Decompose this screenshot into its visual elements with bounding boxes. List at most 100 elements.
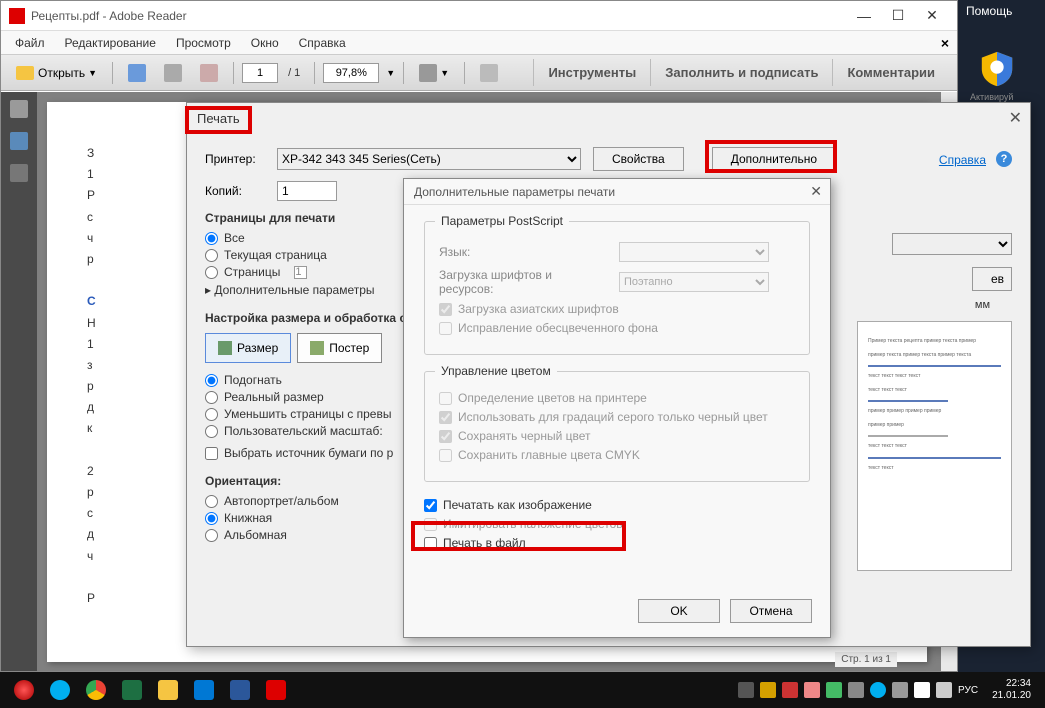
tray-skype-icon[interactable] (870, 682, 886, 698)
check-print-to-file[interactable]: Печать в файл (424, 536, 810, 550)
ps-legend: Параметры PostScript (435, 214, 569, 228)
page-range-input[interactable] (294, 266, 307, 279)
maximize-button[interactable]: ☐ (881, 4, 915, 28)
taskbar: РУС 22:34 21.01.20 (0, 672, 1045, 708)
attachments-icon[interactable] (10, 164, 28, 182)
toolbar-right: Инструменты Заполнить и подписать Коммен… (533, 59, 949, 86)
separator (233, 62, 234, 84)
titlebar: Рецепты.pdf - Adobe Reader — ☐ ✕ (1, 1, 957, 31)
fit-icon (419, 64, 437, 82)
check-bleached-bg: Исправление обесцвеченного фона (439, 321, 795, 335)
check-gray-black: Использовать для градаций серого только … (439, 410, 795, 424)
separator (112, 62, 113, 84)
size-icon (218, 341, 232, 355)
copies-label: Копий: (205, 184, 265, 198)
menu-file[interactable]: Файл (5, 34, 55, 52)
window-title: Рецепты.pdf - Adobe Reader (31, 9, 847, 23)
instruments-button[interactable]: Инструменты (533, 59, 650, 86)
zoom-input[interactable] (323, 63, 379, 83)
printer-icon (164, 64, 182, 82)
create-pdf-button[interactable] (121, 60, 153, 86)
color-fieldset: Управление цветом Определение цветов на … (424, 371, 810, 482)
toolbar: Открыть ▼ / 1 ▼ ▼ Инструменты Заполнить … (1, 55, 957, 91)
adobe-reader-icon[interactable] (261, 676, 291, 704)
separator (314, 62, 315, 84)
tray-icon[interactable] (782, 682, 798, 698)
skype-icon[interactable] (45, 676, 75, 704)
tray-icon[interactable] (804, 682, 820, 698)
fill-sign-button[interactable]: Заполнить и подписать (650, 59, 832, 86)
open-button[interactable]: Открыть ▼ (9, 62, 104, 84)
check-print-as-image[interactable]: Печатать как изображение (424, 498, 810, 512)
tray-icon[interactable] (760, 682, 776, 698)
preview-line (868, 400, 948, 402)
opera-icon[interactable] (9, 676, 39, 704)
language-indicator[interactable]: РУС (958, 685, 978, 696)
system-tray: РУС 22:34 21.01.20 (738, 678, 1039, 702)
close-icon[interactable]: ✕ (810, 183, 822, 200)
chevron-down-icon: ▼ (85, 68, 97, 78)
check-preserve-black: Сохранять черный цвет (439, 429, 795, 443)
check-printer-color: Определение цветов на принтере (439, 391, 795, 405)
sidebar (1, 92, 37, 671)
close-button[interactable]: ✕ (915, 4, 949, 28)
email-icon (200, 64, 218, 82)
tools-button[interactable] (473, 60, 505, 86)
bookmark-icon[interactable] (10, 132, 28, 150)
chevron-down-icon: ▼ (437, 68, 449, 78)
copies-input[interactable] (277, 181, 337, 201)
fontload-label: Загрузка шрифтов и ресурсов: (439, 268, 609, 296)
ok-button[interactable]: OK (638, 599, 720, 623)
tray-volume-icon[interactable] (914, 682, 930, 698)
createpdf-icon (128, 64, 146, 82)
os-panel: Помощь Активируй (958, 0, 1045, 672)
separator (403, 62, 404, 84)
properties-button[interactable]: Свойства (593, 147, 684, 171)
excel-icon[interactable] (117, 676, 147, 704)
tray-icon[interactable] (892, 682, 908, 698)
cancel-button[interactable]: Отмена (730, 599, 812, 623)
chrome-icon[interactable] (81, 676, 111, 704)
tray-icon[interactable] (826, 682, 842, 698)
poster-icon (310, 341, 324, 355)
comments-button[interactable]: Комментарии (832, 59, 949, 86)
lang-select (619, 242, 769, 262)
check-preserve-cmyk: Сохранить главные цвета CMYK (439, 448, 795, 462)
size-button[interactable]: Размер (205, 333, 291, 363)
fit-page-button[interactable]: ▼ (412, 60, 456, 86)
word-icon[interactable] (225, 676, 255, 704)
fontload-select: Поэтапно (619, 272, 769, 292)
check-simulate-overprint: Имитировать наложение цветов (424, 517, 810, 531)
email-button[interactable] (193, 60, 225, 86)
thumbnails-icon[interactable] (10, 100, 28, 118)
explorer-icon[interactable] (153, 676, 183, 704)
page-number-input[interactable] (242, 63, 278, 83)
printer-select[interactable]: XP-342 343 345 Series(Сеть) (277, 148, 581, 170)
tray-icon[interactable] (848, 682, 864, 698)
page-total: / 1 (288, 67, 300, 79)
printer-label: Принтер: (205, 152, 265, 166)
check-asian-fonts: Загрузка азиатских шрифтов (439, 302, 795, 316)
preview-line (868, 435, 948, 437)
chevron-down-icon[interactable]: ▼ (383, 68, 395, 78)
menu-help[interactable]: Справка (289, 34, 356, 52)
app-icon[interactable] (189, 676, 219, 704)
pdf-icon (9, 8, 25, 24)
taskbar-clock[interactable]: 22:34 21.01.20 (992, 678, 1031, 702)
tray-chevron-icon[interactable] (738, 682, 754, 698)
menu-edit[interactable]: Редактирование (55, 34, 166, 52)
advanced-print-dialog: Дополнительные параметры печати ✕ Параме… (403, 178, 831, 638)
os-help-link[interactable]: Помощь (958, 0, 1045, 22)
tray-network-icon[interactable] (936, 682, 952, 698)
print-dialog-title: Печать ✕ (187, 103, 1030, 133)
tools-icon (480, 64, 498, 82)
poster-button[interactable]: Постер (297, 333, 382, 363)
print-button[interactable] (157, 60, 189, 86)
advanced-button[interactable]: Дополнительно (712, 147, 836, 171)
security-shield-icon[interactable] (978, 50, 1016, 88)
menubar-close-icon[interactable]: × (941, 35, 949, 51)
page-status: Стр. 1 из 1 (835, 652, 897, 667)
menu-view[interactable]: Просмотр (166, 34, 241, 52)
menu-window[interactable]: Окно (241, 34, 289, 52)
minimize-button[interactable]: — (847, 4, 881, 28)
